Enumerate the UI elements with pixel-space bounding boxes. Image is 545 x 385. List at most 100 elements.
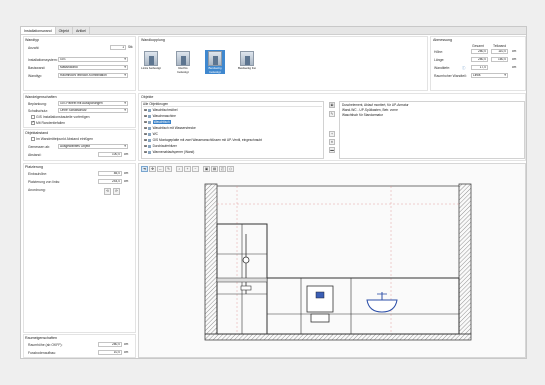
fussbodenaufbau-unit: cm	[124, 350, 129, 354]
expand-icon[interactable]: +	[144, 126, 147, 130]
option-links-befestigt[interactable]: Links beifestigt	[141, 50, 161, 74]
vorfertigen-checkbox[interactable]	[31, 115, 35, 119]
gemessen-ab-select[interactable]: Ausgewähltes Objekt	[58, 144, 128, 149]
platzierung-panel: Platzierung Einbauhöhe: 85,0 cm Platzier…	[23, 163, 136, 333]
object-icon	[148, 114, 152, 118]
hoehe-label: Höhe:	[434, 50, 444, 54]
tree-item-label: Waschtischmöbel	[152, 108, 178, 112]
tree-item-waschtisch[interactable]: + Waschtisch	[144, 120, 171, 124]
tree-item-waschtisch-wasserstrecke[interactable]: + Waschtisch mit Wasserstrecke	[144, 126, 196, 130]
view-3d-icon[interactable]: ◰	[219, 166, 226, 172]
installationssystem-select[interactable]: GIS	[58, 57, 128, 62]
einbauhoehe-input[interactable]: 85,0	[98, 171, 122, 176]
hoehe-unit: cm	[512, 49, 517, 53]
wall-drawing[interactable]	[141, 174, 524, 357]
select-tool-icon[interactable]: ↖	[141, 166, 148, 172]
tree-item-label: Waschmaschine	[152, 114, 176, 118]
basiswand-select[interactable]: Massivwand	[58, 65, 128, 70]
object-icon	[148, 108, 152, 112]
tree-item-label: GIS Montageplatte mit zwei Wasseranschlü…	[152, 138, 262, 142]
objekte-filter[interactable]: Alle Objektkrugen	[143, 102, 322, 107]
tree-item-montageplatte[interactable]: + GIS Montageplatte mit zwei Wasseranschl…	[144, 138, 262, 142]
print-icon[interactable]: ⎙	[227, 166, 234, 172]
objekte-panel: Objekte Alle Objektkrugen + Waschtischmöb…	[138, 93, 526, 161]
selected-objects-list: Duschelement, Ablauf montiert, für UP-Ar…	[339, 101, 525, 159]
expand-icon[interactable]: +	[144, 132, 147, 136]
wandeigenschaften-title: Wandeigenschaften	[25, 95, 57, 99]
objekte-tree: Alle Objektkrugen + Waschtischmöbel + Wasc…	[141, 101, 324, 159]
hoehe-gesamt-input[interactable]: 280,0	[471, 49, 488, 54]
zoom-out-icon[interactable]: −	[192, 166, 199, 172]
wandeigenschaften-panel: Wandeigenschaften Beplankung: GIS Paneel…	[23, 93, 136, 128]
rotate-left-icon[interactable]: ⟲	[104, 188, 111, 195]
expand-icon[interactable]: +	[144, 108, 147, 112]
zoom-in-icon[interactable]: +	[184, 166, 191, 172]
laenge-teil-input[interactable]: 160,0	[491, 57, 508, 62]
fussbodenaufbau-label: Fussbodenaufbau:	[28, 351, 57, 355]
tab-installationswand[interactable]: Installationswand	[21, 27, 56, 34]
raumhoher-wandteil-select[interactable]: Links	[471, 73, 508, 78]
raumhoehe-input[interactable]: 280,0	[98, 342, 122, 347]
option-beidseitig-frei[interactable]: Beidseitig frei	[237, 50, 257, 74]
rotate-right-icon[interactable]: ⟳	[113, 188, 120, 195]
tree-item-wannenablauf[interactable]: + Wannenablaufsperrer (Wand)	[144, 150, 194, 154]
tree-item-label: WC	[152, 132, 158, 136]
list-item[interactable]: Waschtisch für Standarmatur	[342, 113, 383, 117]
schallschutz-select[interactable]: Ohne Schallschutz	[58, 108, 128, 113]
anzahl-input[interactable]: 1	[110, 45, 126, 50]
expand-icon[interactable]: +	[144, 114, 147, 118]
tree-item-waschtischmoebel[interactable]: + Waschtischmöbel	[144, 108, 177, 112]
option-beidseitig-befestigt[interactable]: Beidseitig befestigt	[205, 50, 225, 74]
wandtiefe-input[interactable]: 17,0	[471, 65, 488, 70]
tab-objekt[interactable]: Objekt	[56, 27, 73, 34]
expand-icon[interactable]: +	[144, 150, 147, 154]
beplankung-select[interactable]: GIS Paneel mit Aussparungen	[58, 101, 128, 106]
fussbodenaufbau-input[interactable]: 10,0	[98, 350, 122, 355]
wall-coupling-icon	[144, 51, 158, 66]
hoehe-teil-input[interactable]: 110,0	[491, 49, 508, 54]
wandtiefe-label: Wandtiefe:	[434, 66, 451, 70]
object-icon	[148, 120, 152, 124]
wandmittelpunkt-checkbox[interactable]	[31, 137, 35, 141]
tree-item-waschmaschine[interactable]: + Waschmaschine	[144, 114, 176, 118]
expand-icon[interactable]: +	[144, 144, 147, 148]
option-rechts-befestigt[interactable]: Rechts befestigt	[173, 50, 193, 74]
list-item[interactable]: Wand-WC - UP-Spülkasten, Betr. vorne	[342, 108, 398, 112]
wandtyp-select[interactable]: Raumhoch/Teilhoch-Kombination	[58, 73, 128, 78]
info-icon: ⓘ	[462, 66, 466, 70]
abstand-input[interactable]: 100,0	[98, 152, 122, 157]
platzierung-title: Platzierung	[25, 165, 43, 169]
wall-coupling-icon	[240, 51, 254, 66]
list-item[interactable]: Duschelement, Ablauf montiert, für UP-Ar…	[342, 103, 409, 107]
tree-item-wc[interactable]: + WC	[144, 132, 158, 136]
objektabstand-title: Objektabstand	[25, 131, 49, 135]
raumhoehe-label: Raumhöhe (ab OKFF):	[28, 343, 63, 347]
anzahl-label: Anzahl:	[28, 46, 40, 50]
wall-coupling-icon	[176, 51, 190, 66]
platzierung-links-input[interactable]: 244,0	[98, 179, 122, 184]
wandkopplung-panel: Wandkopplung Links beifestigt Rechts bef…	[138, 36, 428, 91]
zoom-fit-icon[interactable]: ⌕	[176, 166, 183, 172]
expand-icon[interactable]: +	[144, 120, 147, 124]
objektabstand-panel: Objektabstand Im Wandmittelpunkt Abstand…	[23, 129, 136, 161]
randentiefallen-checkbox[interactable]	[31, 120, 35, 125]
abstand-unit: cm	[124, 152, 129, 156]
tree-item-durchlauferhitzer[interactable]: + Durchlauferhitzer	[144, 144, 177, 148]
view-side-icon[interactable]: ▤	[211, 166, 218, 172]
wandtyp-label: Wandtyp:	[28, 74, 43, 78]
remove-icon[interactable]: ✕	[329, 139, 335, 145]
tab-artikel[interactable]: Artikel	[73, 27, 90, 34]
basiswand-label: Basiswand:	[28, 66, 46, 70]
view-front-icon[interactable]: ▣	[203, 166, 210, 172]
option-rechts-befestigt-label: Rechts befestigt	[177, 66, 189, 74]
expand-icon[interactable]: +	[144, 138, 147, 142]
delete-icon[interactable]: ▬	[329, 147, 335, 153]
tree-action-icon[interactable]: ▣	[329, 102, 335, 108]
laenge-gesamt-input[interactable]: 280,0	[471, 57, 488, 62]
move-tool-icon[interactable]: ✥	[149, 166, 156, 172]
measure-tool-icon[interactable]: ↔	[157, 166, 164, 172]
edit-icon[interactable]: ✎	[329, 111, 335, 117]
object-icon	[148, 126, 152, 130]
pencil-tool-icon[interactable]: ✎	[165, 166, 172, 172]
add-icon[interactable]: +	[329, 131, 335, 137]
